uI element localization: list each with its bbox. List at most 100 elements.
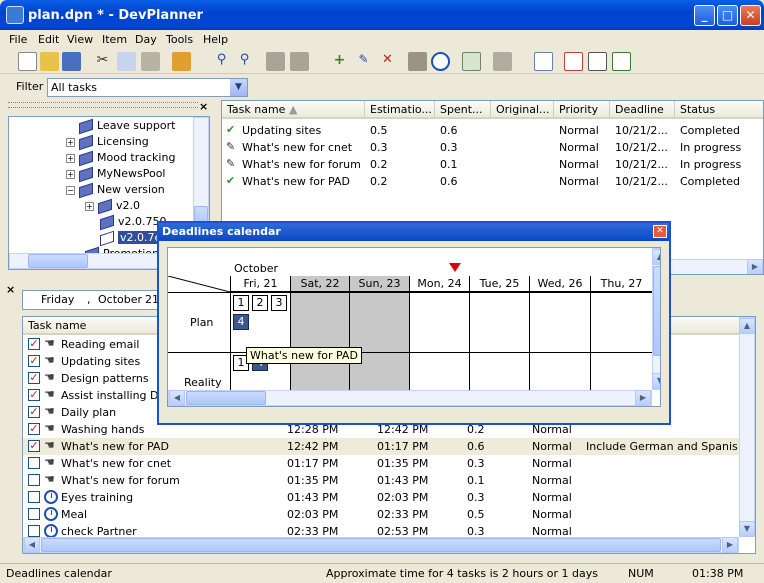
calendar-vertical-scrollbar[interactable]: ▲ ▼ <box>652 248 660 390</box>
pin-icon[interactable] <box>534 52 553 71</box>
scroll-up-icon[interactable]: ▲ <box>652 249 660 265</box>
task-row[interactable]: ✔ Updating sites 0.5 0.6 Normal 10/21/2... Com… <box>222 122 762 139</box>
col-task-name[interactable]: Task name ▲ <box>222 101 365 119</box>
done-checkbox-checked[interactable]: ✓ <box>28 355 40 367</box>
done-checkbox[interactable] <box>28 474 40 486</box>
paste-icon[interactable] <box>141 52 160 71</box>
save-icon[interactable] <box>62 52 81 71</box>
plan-task-box[interactable]: 3 <box>271 295 287 311</box>
col-estimation[interactable]: Estimatio... <box>365 101 435 119</box>
tree-item-v2-0[interactable]: + v2.0 <box>85 198 140 214</box>
scroll-down-icon[interactable]: ▼ <box>739 521 755 537</box>
scroll-up-icon[interactable]: ▲ <box>739 318 755 334</box>
day-task-row[interactable]: Eyes training 01:43 PM 02:03 PM 0.3 Normal <box>23 489 739 506</box>
edit-task-icon[interactable]: ✎ <box>354 52 373 71</box>
tree-item-mynewspool[interactable]: + MyNewsPool <box>66 166 165 182</box>
col-original[interactable]: Original... <box>491 101 554 119</box>
col-status[interactable]: Status <box>675 101 763 119</box>
plan-task-box[interactable]: 2 <box>252 295 268 311</box>
plan-task-box-selected[interactable]: 4 <box>233 314 249 330</box>
menu-edit[interactable]: Edit <box>38 33 59 46</box>
calendar-grid[interactable]: October Fri, 21 Sat, 22 Sun, 23 Mon, 24 … <box>167 247 661 407</box>
maximize-button[interactable]: □ <box>717 5 738 26</box>
clock-icon[interactable] <box>431 52 450 71</box>
report-icon[interactable] <box>462 52 481 71</box>
collapse-icon[interactable]: − <box>66 185 75 195</box>
add-task-icon[interactable]: + <box>330 52 349 71</box>
panel-grip[interactable] <box>8 102 198 108</box>
new-icon[interactable] <box>18 52 37 71</box>
done-checkbox-checked[interactable]: ✓ <box>28 372 40 384</box>
scroll-down-icon[interactable]: ▼ <box>652 373 660 389</box>
task-row[interactable]: ✎ What's new for cnet 0.3 0.3 Normal 10/21/2.… <box>222 139 762 156</box>
filter-dropdown[interactable]: All tasks ▼ <box>47 78 248 97</box>
menu-day[interactable]: Day <box>135 33 157 46</box>
done-checkbox-checked[interactable]: ✓ <box>28 389 40 401</box>
tree-item-leave-support[interactable]: Leave support <box>79 118 175 134</box>
scrollbar-thumb[interactable] <box>186 391 266 405</box>
scroll-right-icon[interactable]: ▶ <box>722 537 738 553</box>
dialog-title-bar[interactable]: Deadlines calendar ✕ <box>159 223 669 241</box>
export-icon[interactable] <box>172 52 191 71</box>
outdent-icon[interactable] <box>290 52 309 71</box>
col-priority[interactable]: Priority <box>554 101 610 119</box>
tree-item-licensing[interactable]: + Licensing <box>66 134 149 150</box>
done-checkbox-checked[interactable]: ✓ <box>28 440 40 452</box>
day-horizontal-scrollbar[interactable]: ◀ ▶ <box>23 537 739 553</box>
close-panel-icon[interactable]: × <box>199 100 208 113</box>
dialog-close-icon[interactable]: ✕ <box>653 225 667 238</box>
day-date-picker[interactable]: Friday , October 21 <box>22 290 172 310</box>
replace-icon[interactable]: ⚲ <box>235 52 254 71</box>
done-checkbox[interactable] <box>28 525 40 537</box>
indent-icon[interactable] <box>266 52 285 71</box>
scroll-right-icon[interactable]: ▶ <box>635 390 651 406</box>
archive-icon[interactable] <box>493 52 512 71</box>
scroll-left-icon[interactable]: ◀ <box>24 537 40 553</box>
plan-task-box[interactable]: 1 <box>233 295 249 311</box>
scrollbar-thumb[interactable] <box>41 538 721 552</box>
scrollbar-thumb[interactable] <box>653 266 660 356</box>
minimize-button[interactable]: _ <box>694 5 715 26</box>
menu-help[interactable]: Help <box>203 33 228 46</box>
done-checkbox-checked[interactable]: ✓ <box>28 423 40 435</box>
menu-tools[interactable]: Tools <box>166 33 193 46</box>
done-checkbox[interactable] <box>28 508 40 520</box>
done-checkbox-checked[interactable]: ✓ <box>28 406 40 418</box>
calendar-view-icon[interactable] <box>564 52 583 71</box>
done-checkbox[interactable] <box>28 491 40 503</box>
done-checkbox-checked[interactable]: ✓ <box>28 338 40 350</box>
expand-icon[interactable]: + <box>66 137 75 147</box>
calendar-horizontal-scrollbar[interactable]: ◀ ▶ <box>168 390 652 406</box>
tree-view-icon[interactable] <box>588 52 607 71</box>
tree-item-v2-0-7e[interactable]: v2.0.7e <box>100 230 164 246</box>
copy-icon[interactable] <box>117 52 136 71</box>
menu-view[interactable]: View <box>67 33 93 46</box>
day-task-row[interactable]: Meal 02:03 PM 02:33 PM 0.5 Normal <box>23 506 739 523</box>
scroll-left-icon[interactable]: ◀ <box>169 390 185 406</box>
delete-task-icon[interactable]: ✕ <box>378 52 397 71</box>
menu-file[interactable]: File <box>9 33 27 46</box>
col-deadline[interactable]: Deadline <box>610 101 675 119</box>
expand-icon[interactable]: + <box>66 153 75 163</box>
tree-item-new-version[interactable]: − New version <box>66 182 165 198</box>
open-icon[interactable] <box>40 52 59 71</box>
scrollbar-thumb[interactable] <box>28 254 88 268</box>
chevron-down-icon[interactable]: ▼ <box>230 79 247 96</box>
done-checkbox[interactable] <box>28 457 40 469</box>
properties-icon[interactable] <box>612 52 631 71</box>
task-row[interactable]: ✎ What's new for forum 0.2 0.1 Normal 10/21/2… <box>222 156 762 173</box>
day-task-row[interactable]: ☚ What's new for cnet 01:17 PM 01:35 PM 0.3 N… <box>23 455 739 472</box>
close-day-panel-icon[interactable]: × <box>6 283 15 296</box>
menu-item[interactable]: Item <box>102 33 127 46</box>
expand-icon[interactable]: + <box>66 169 75 179</box>
tree-item-mood-tracking[interactable]: + Mood tracking <box>66 150 175 166</box>
cut-icon[interactable]: ✂ <box>93 52 112 71</box>
col-spent[interactable]: Spent... <box>435 101 491 119</box>
day-task-row[interactable]: ✓ ☚ What's new for PAD 12:42 PM 01:17 PM 0.6 N… <box>23 438 739 455</box>
day-task-row[interactable]: ☚ What's new for forum 01:35 PM 01:43 PM 0.1… <box>23 472 739 489</box>
task-row[interactable]: ✔ What's new for PAD 0.2 0.6 Normal 10/21/2..… <box>222 173 762 190</box>
find-icon[interactable]: ⚲ <box>212 52 231 71</box>
scroll-right-icon[interactable]: ▶ <box>747 259 763 274</box>
expand-icon[interactable]: + <box>85 201 94 211</box>
close-button[interactable]: ✕ <box>740 5 761 26</box>
